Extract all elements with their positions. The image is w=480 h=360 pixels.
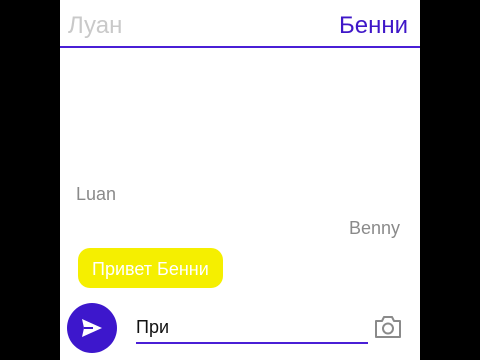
tab-luan[interactable]: Луан: [68, 10, 122, 42]
tab-benny[interactable]: Бенни: [339, 10, 408, 42]
send-icon: [82, 319, 102, 337]
sender-label-benny: Benny: [348, 218, 400, 238]
sender-label-luan: Luan: [76, 184, 117, 204]
chat-screen: Луан Бенни Luan Benny Привет Бенни: [60, 0, 420, 360]
chat-header: Луан Бенни: [60, 0, 420, 48]
send-button[interactable]: [67, 303, 117, 353]
camera-icon[interactable]: [374, 314, 402, 340]
message-field: [136, 310, 368, 344]
message-bubble: Привет Бенни: [78, 248, 223, 288]
message-input[interactable]: [136, 310, 368, 342]
